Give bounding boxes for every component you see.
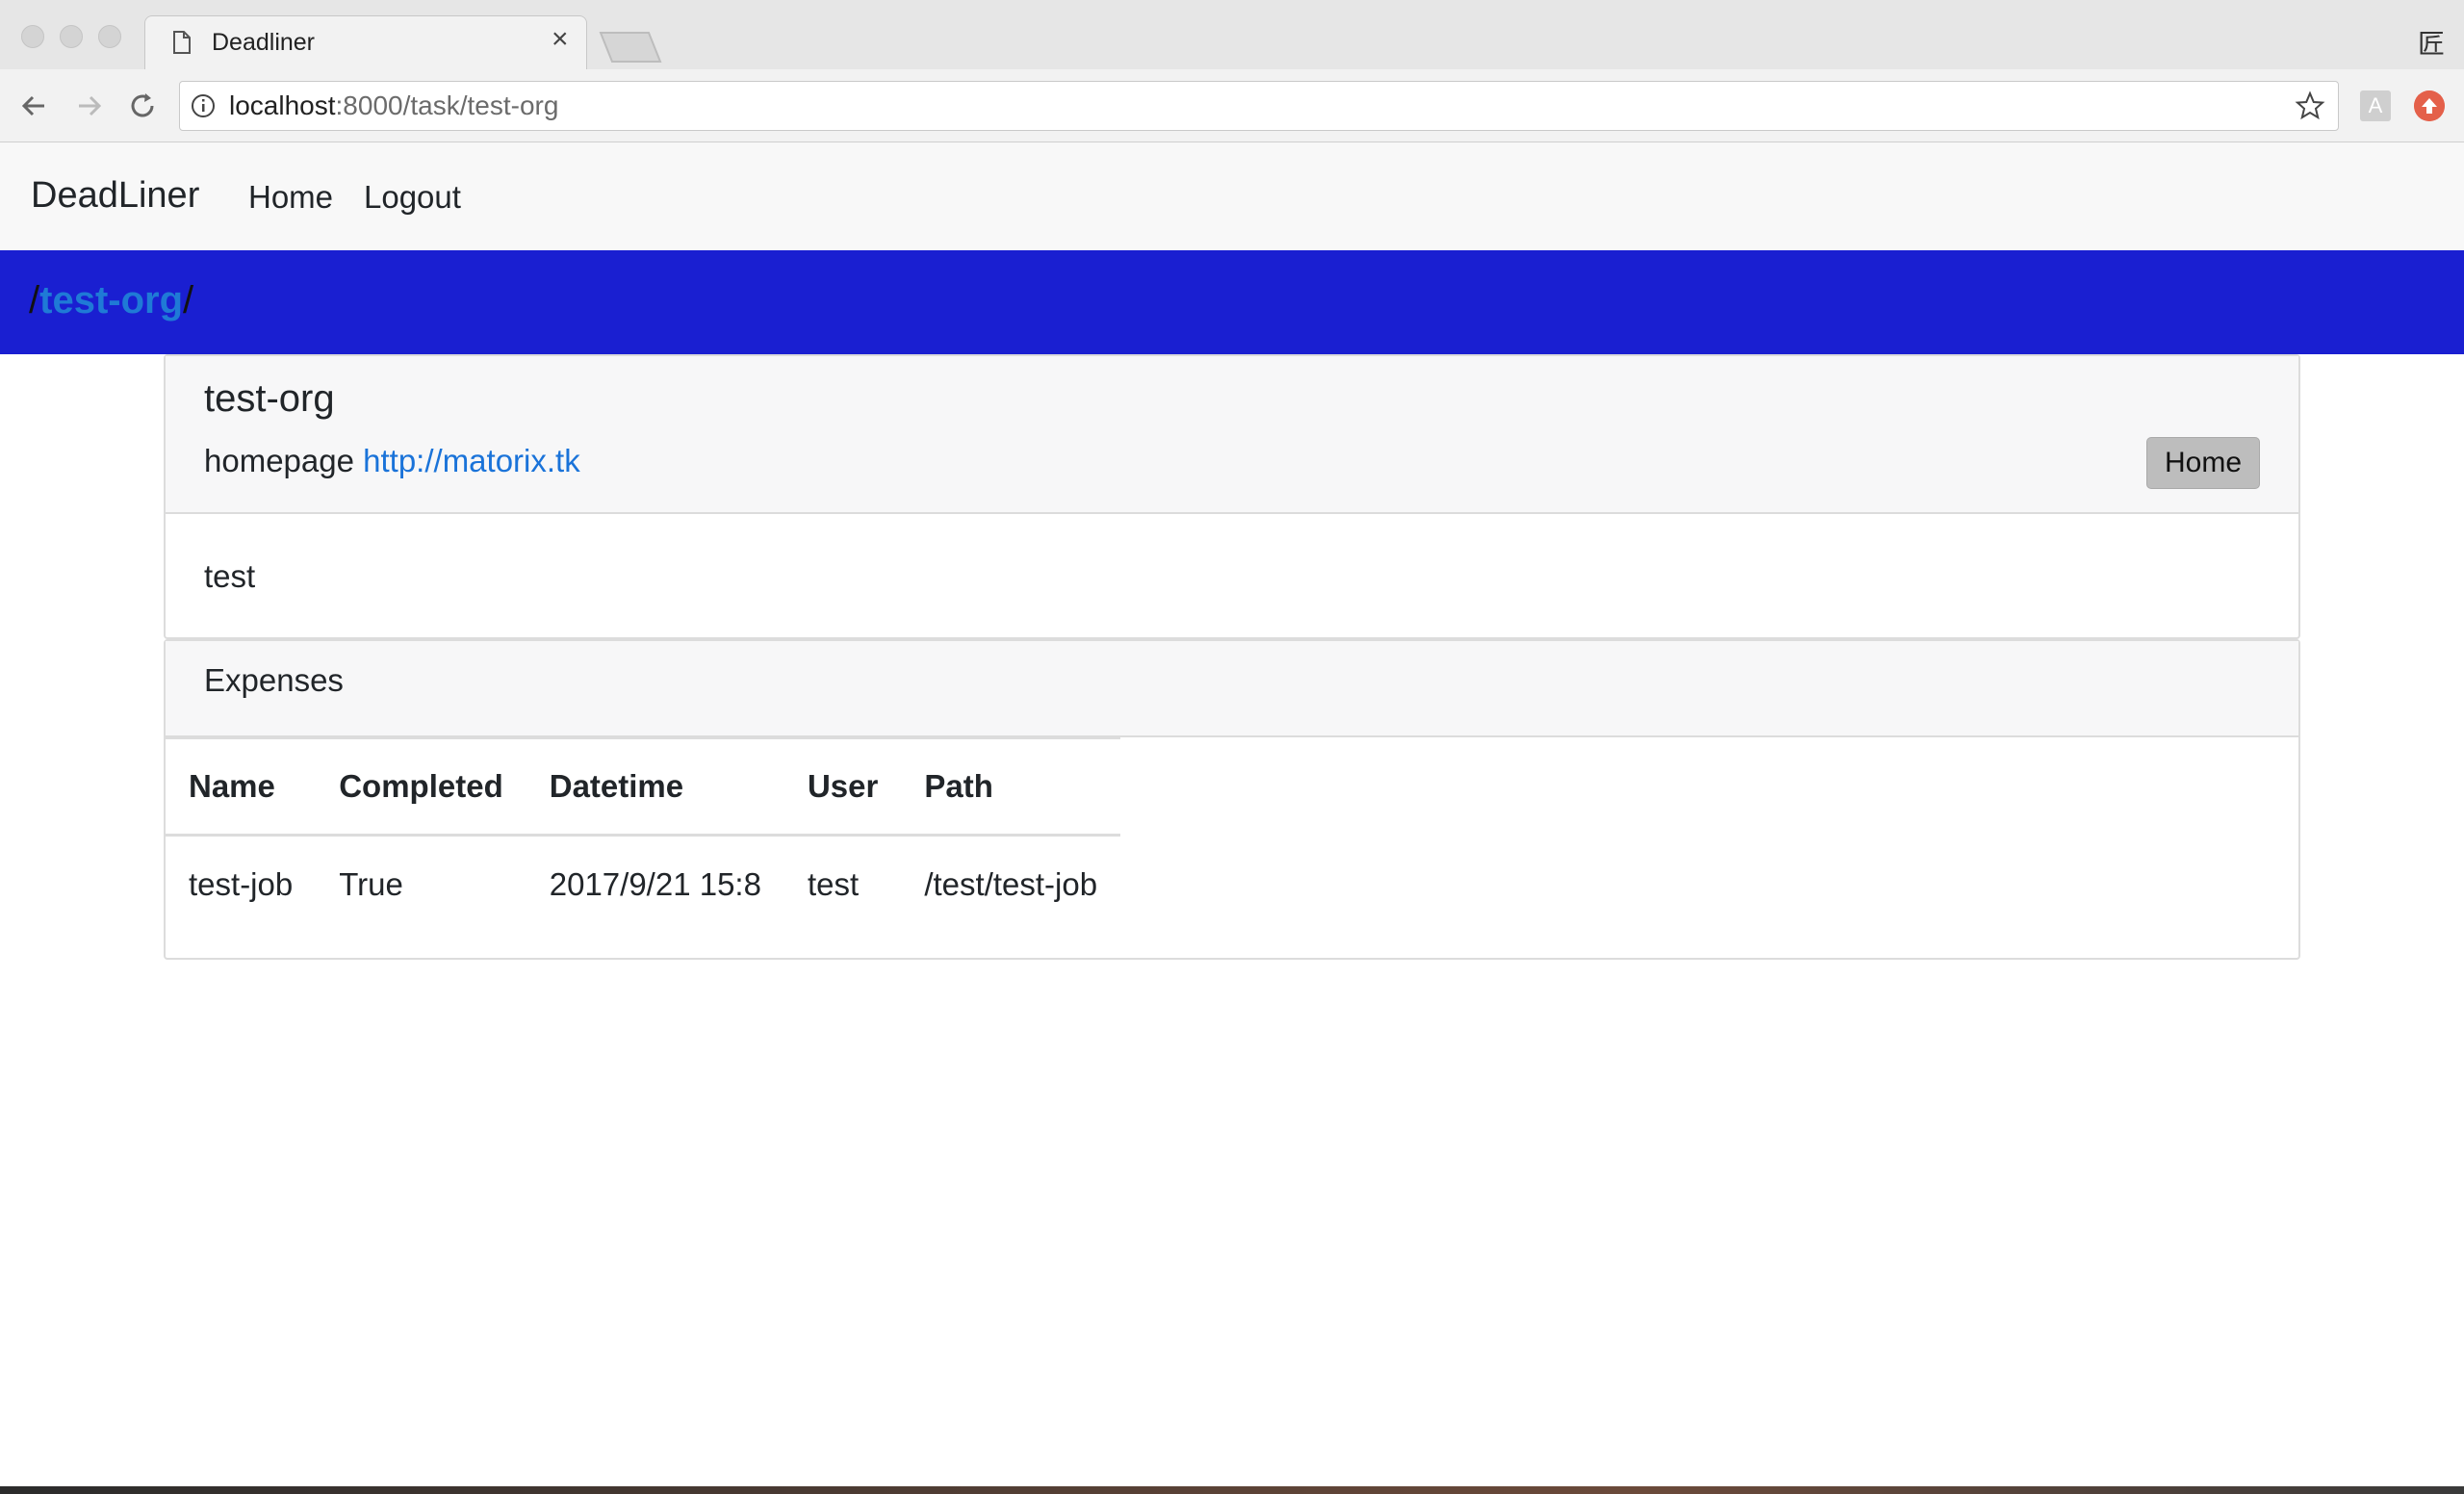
url-text[interactable]: localhost:8000/task/test-org xyxy=(229,90,558,121)
close-icon[interactable]: × xyxy=(552,25,569,54)
cell-datetime: 2017/9/21 15:8 xyxy=(549,866,761,902)
org-card xyxy=(164,354,2300,639)
translate-extension-icon[interactable]: A xyxy=(2360,90,2391,121)
breadcrumb-org-link[interactable]: test-org xyxy=(39,279,183,322)
cell-path: /test/test-job xyxy=(924,866,1098,902)
cell-completed: True xyxy=(339,866,403,902)
upload-extension-icon[interactable] xyxy=(2414,90,2445,121)
tab-title: Deadliner xyxy=(212,29,316,56)
desktop-background-strip xyxy=(0,1486,2464,1494)
table-row[interactable]: test-job True 2017/9/21 15:8 test /test/… xyxy=(166,836,1120,934)
expenses-card-header xyxy=(166,641,2298,737)
window-close-control[interactable] xyxy=(21,25,44,48)
cell-user: test xyxy=(807,866,860,902)
extension-icon[interactable]: 匠 xyxy=(2418,23,2445,62)
expenses-title: Expenses xyxy=(204,662,344,698)
window-minimize-control[interactable] xyxy=(60,25,83,48)
info-icon[interactable] xyxy=(191,93,216,118)
org-description: test xyxy=(204,558,256,594)
column-header-path: Path xyxy=(901,737,1121,837)
forward-icon[interactable] xyxy=(71,89,106,123)
homepage-line: homepage http://matorix.tk xyxy=(204,443,580,478)
table-header-row: Name Completed Datetime User Path xyxy=(166,737,1121,837)
column-header-user: User xyxy=(783,737,902,837)
new-tab-button[interactable] xyxy=(599,31,662,64)
breadcrumb: /test-org/ xyxy=(29,279,194,322)
back-icon[interactable] xyxy=(17,89,52,123)
nav-link-home[interactable]: Home xyxy=(248,179,333,216)
expenses-table: Name Completed Datetime User Path test-j… xyxy=(166,737,1121,934)
document-icon xyxy=(173,31,191,54)
org-title: test-org xyxy=(204,377,335,420)
homepage-link[interactable]: http://matorix.tk xyxy=(363,443,580,478)
star-icon[interactable] xyxy=(2295,90,2325,121)
window-zoom-control[interactable] xyxy=(98,25,121,48)
reload-icon[interactable] xyxy=(125,89,160,123)
breadcrumb-bar xyxy=(0,250,2464,354)
nav-link-logout[interactable]: Logout xyxy=(364,179,461,216)
column-header-completed: Completed xyxy=(316,737,526,837)
home-button[interactable]: Home xyxy=(2146,437,2260,489)
org-card-header xyxy=(166,356,2298,514)
column-header-name: Name xyxy=(166,737,317,837)
browser-tab[interactable] xyxy=(144,15,587,71)
cell-name: test-job xyxy=(189,866,294,902)
brand-logo[interactable]: DeadLiner xyxy=(31,175,199,217)
column-header-datetime: Datetime xyxy=(526,737,784,837)
